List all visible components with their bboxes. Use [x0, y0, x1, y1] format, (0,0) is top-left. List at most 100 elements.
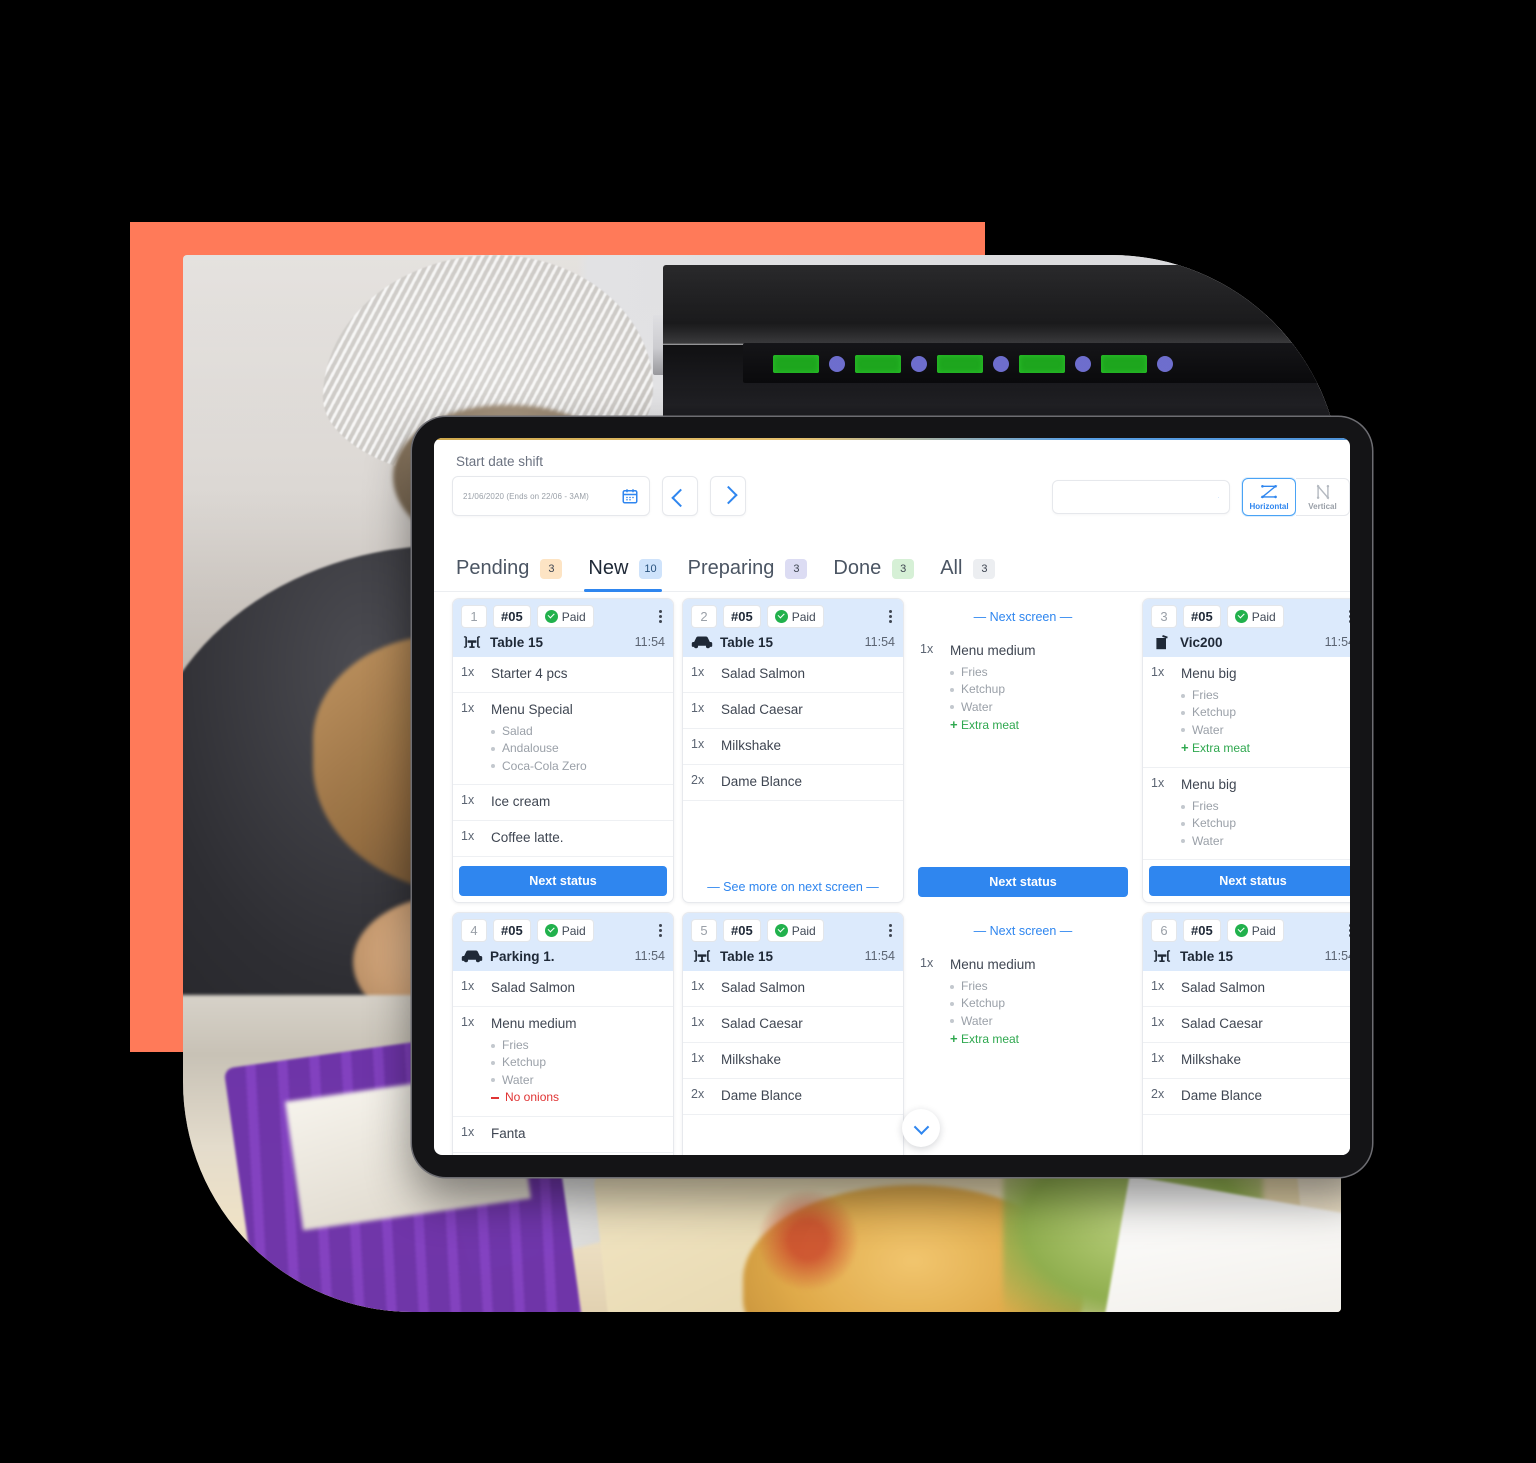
modifier-plain: Fries [1181, 798, 1237, 815]
order-code: #05 [723, 919, 761, 942]
order-location: Table 15 [490, 634, 544, 650]
order-item: 1x Ice cream [453, 785, 673, 822]
see-more-link[interactable]: — See more on next screen — [683, 872, 903, 902]
next-status-button[interactable]: Next status [1149, 866, 1350, 896]
z-layout-icon [1260, 484, 1278, 499]
tab-pending[interactable]: Pending 3 [452, 557, 584, 591]
order-sequence: 2 [691, 605, 717, 628]
modifier-label: No onions [505, 1090, 560, 1105]
order-card: 6 #05 Paid Table 15 11:54 1x Salad Salmon 1x Sal… [1142, 912, 1350, 1155]
order-options-button[interactable] [656, 610, 665, 623]
order-item: 1x Menu big Fries Ketchup Water [1143, 768, 1350, 861]
item-quantity: 2x [1151, 1087, 1165, 1101]
bullet-icon [950, 984, 954, 989]
search-icon[interactable] [1218, 490, 1219, 505]
order-item: 1x Salad Caesar [683, 1007, 903, 1043]
modifier-label: Ketchup [502, 1055, 547, 1070]
search-box[interactable] [1052, 480, 1230, 514]
item-quantity: 1x [691, 701, 705, 715]
scroll-down-button[interactable] [902, 1109, 940, 1147]
order-options-button[interactable] [1346, 610, 1350, 623]
modifier-plain: Water [950, 699, 1036, 716]
chevron-right-icon [718, 485, 738, 504]
item-quantity: 1x [461, 793, 475, 808]
order-item: 1x Salad Salmon [683, 971, 903, 1007]
next-screen-link[interactable]: — Next screen — [912, 598, 1134, 634]
tab-count-badge: 10 [639, 558, 662, 579]
bullet-icon [950, 1019, 954, 1024]
item-quantity: 1x [461, 829, 475, 844]
order-item: 1x Menu Special Salad Andalouse Coca-Cola Ze… [453, 693, 673, 786]
order-location: Parking 1. [490, 948, 555, 964]
order-item-modifiers: Fries Ketchup Water + Extra meat [1181, 687, 1250, 758]
order-card-continuation: — Next screen — 1x Menu medium Fries Ketchup… [912, 912, 1134, 1155]
order-card-header: 6 #05 Paid Table 15 11:54 [1143, 913, 1350, 971]
order-options-button[interactable] [1346, 924, 1350, 937]
tab-new[interactable]: New 10 [584, 557, 683, 592]
order-options-button[interactable] [886, 924, 895, 937]
item-name: Dame Blance [721, 774, 803, 789]
next-status-button[interactable]: Next status [459, 866, 667, 896]
order-card: 2 #05 Paid Table 15 11:54 1x Salad Salmon 1x Sal… [682, 598, 904, 903]
order-item: 1x Milkshake [683, 1043, 903, 1079]
tab-all[interactable]: All 3 [936, 557, 1017, 591]
order-items-list: 1x Salad Salmon 1x Menu medium Fries Ketchup W… [453, 971, 673, 1155]
item-quantity: 1x [920, 956, 934, 970]
order-items-list: 1x Menu medium Fries Ketchup Water + Extra mea… [912, 634, 1134, 867]
bag-icon [1156, 634, 1168, 650]
item-name: Salad Caesar [1181, 1016, 1263, 1031]
shift-date-value: 21/06/2020 (Ends on 22/06 - 3AM) [463, 491, 589, 501]
tab-done[interactable]: Done 3 [829, 557, 936, 591]
order-items-list: 1x Menu medium Fries Ketchup Water + Extra mea… [912, 948, 1134, 1155]
next-day-button[interactable] [710, 476, 746, 516]
order-item: 1x Coffee latte. [453, 821, 673, 858]
check-circle-icon [544, 610, 558, 623]
order-item: 1x Milkshake [1143, 1043, 1350, 1079]
order-location: Table 15 [1180, 948, 1234, 964]
status-badge-paid: Paid [766, 919, 824, 942]
item-quantity: 2x [691, 773, 705, 787]
order-options-button[interactable] [656, 924, 665, 937]
modifier-plain: Fries [950, 664, 1036, 681]
item-quantity: 1x [691, 1051, 705, 1065]
tab-count-badge: 3 [892, 558, 915, 579]
status-badge-paid: Paid [536, 605, 594, 628]
bullet-icon [491, 1043, 495, 1048]
layout-horizontal-label: Horizontal [1249, 502, 1289, 511]
modifier-label: Water [961, 699, 993, 714]
item-name: Dame Blance [721, 1088, 803, 1103]
next-screen-link[interactable]: — Next screen — [912, 912, 1134, 948]
order-options-button[interactable] [886, 610, 895, 623]
layout-horizontal-button[interactable]: Horizontal [1242, 478, 1296, 516]
bullet-icon [491, 1078, 495, 1083]
modifier-label: Andalouse [502, 741, 559, 756]
order-card: 4 #05 Paid Parking 1. 11:54 1x Salad Salmon 1x M… [452, 912, 674, 1155]
shift-date-input[interactable]: 21/06/2020 (Ends on 22/06 - 3AM) [452, 476, 650, 516]
status-badge-paid: Paid [766, 605, 824, 628]
next-status-button[interactable]: Next status [918, 867, 1128, 897]
paid-label: Paid [1251, 923, 1276, 938]
modifier-label: Coca-Cola Zero [502, 758, 587, 773]
item-quantity: 1x [1151, 665, 1165, 679]
order-code: #05 [493, 605, 531, 628]
order-code: #05 [493, 919, 531, 942]
order-item-modifiers: Salad Andalouse Coca-Cola Zero [491, 723, 587, 775]
modifier-plain: Ketchup [1181, 815, 1237, 832]
modifier-plain: Ketchup [950, 681, 1036, 698]
search-input[interactable] [1063, 490, 1218, 504]
order-card: 1 #05 Paid Table 15 11:54 1x Starter 4 pcs 1x Me… [452, 598, 674, 903]
previous-day-button[interactable] [662, 476, 698, 516]
tab-count-badge: 3 [973, 558, 996, 579]
modifier-plain: Water [1181, 722, 1250, 739]
order-card-header: 4 #05 Paid Parking 1. 11:54 [453, 913, 673, 971]
modifier-label: Extra meat [961, 1031, 1020, 1046]
modifier-label: Water [1192, 833, 1224, 848]
item-name: Milkshake [721, 1052, 782, 1067]
tab-preparing[interactable]: Preparing 3 [684, 557, 830, 591]
order-item: 1x Fanta [453, 1117, 673, 1153]
modifier-label: Extra meat [1192, 740, 1251, 755]
bullet-icon [1181, 693, 1185, 698]
order-location: Table 15 [720, 634, 774, 650]
modifier-add: + Extra meat [950, 1030, 1036, 1049]
layout-vertical-button[interactable]: Vertical [1296, 478, 1350, 516]
